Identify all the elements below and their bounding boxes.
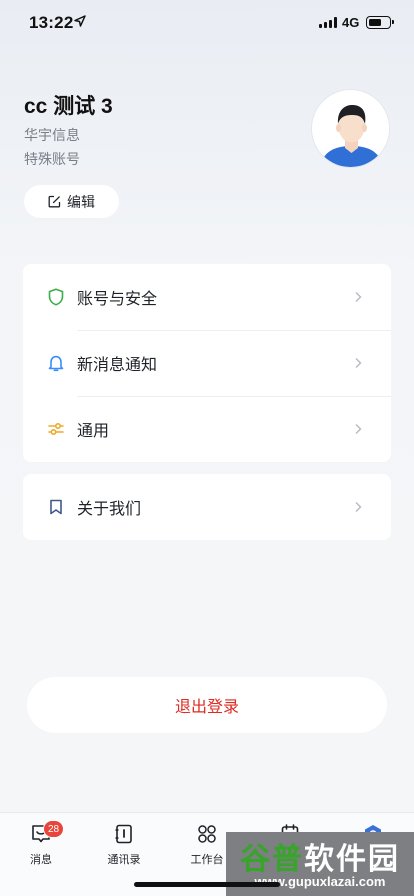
battery-icon — [366, 16, 394, 29]
profile-name: cc 测试 3 — [24, 95, 113, 118]
settings-item-label: 账号与安全 — [77, 291, 158, 308]
watermark-title: 谷普软件园 — [240, 843, 400, 876]
edit-icon — [48, 195, 61, 208]
status-time: 13:22 — [29, 13, 74, 32]
tab-contacts[interactable]: 通讯录 — [88, 823, 160, 867]
settings-item-label: 新消息通知 — [77, 357, 158, 374]
location-arrow-icon — [74, 15, 86, 27]
profile-company: 华宇信息 — [24, 127, 80, 143]
chevron-right-icon — [355, 424, 362, 434]
tab-label: 消息 — [30, 854, 52, 866]
settings-item-label: 通用 — [77, 423, 110, 440]
chevron-right-icon — [355, 358, 362, 368]
logout-button[interactable]: 退出登录 — [27, 677, 387, 733]
profile-account-type: 特殊账号 — [24, 151, 80, 167]
settings-item-label: 关于我们 — [77, 501, 142, 518]
avatar[interactable] — [311, 89, 390, 168]
apps-icon — [198, 825, 216, 843]
about-card: 关于我们 — [23, 474, 391, 540]
home-indicator — [134, 882, 280, 887]
bookmark-icon — [47, 498, 65, 516]
tab-label: 通讯录 — [107, 854, 141, 866]
tab-label: 工作台 — [190, 854, 224, 866]
avatar-person-icon — [312, 90, 389, 167]
shield-icon — [47, 288, 65, 306]
network-type: 4G — [342, 15, 360, 30]
settings-item-notifications[interactable]: 新消息通知 — [23, 330, 391, 396]
chevron-right-icon — [355, 292, 362, 302]
settings-item-about[interactable]: 关于我们 — [23, 474, 391, 540]
status-bar: 13:22 4G — [0, 0, 414, 44]
cellular-signal-icon — [319, 17, 337, 28]
sliders-icon — [47, 420, 65, 438]
edit-label: 编辑 — [67, 193, 95, 210]
unread-badge: 28 — [43, 820, 65, 838]
contacts-icon — [115, 824, 132, 844]
bell-icon — [47, 354, 65, 372]
settings-item-account-security[interactable]: 账号与安全 — [23, 264, 391, 330]
chevron-right-icon — [355, 502, 362, 512]
settings-card: 账号与安全 新消息通知 通用 — [23, 264, 391, 462]
edit-profile-button[interactable]: 编辑 — [24, 185, 119, 218]
tab-messages[interactable]: 28 消息 — [5, 820, 77, 867]
settings-item-general[interactable]: 通用 — [23, 396, 391, 462]
